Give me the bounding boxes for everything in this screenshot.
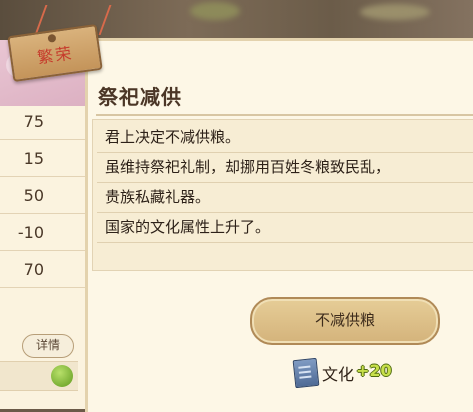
text-rule [97, 152, 473, 153]
book-icon [292, 357, 320, 389]
reward-label: 文化 [322, 365, 355, 384]
stat-value: 15 [23, 149, 44, 168]
details-button[interactable]: 详情 [22, 334, 74, 358]
background-blur-shape [190, 2, 240, 20]
stats-panel: 75 15 50 -10 70 详情 [0, 40, 94, 409]
text-rule [97, 242, 473, 243]
text-rule [97, 182, 473, 183]
stat-row: 70 [0, 254, 92, 288]
confirm-row [0, 361, 78, 391]
background-blur-shape [360, 4, 430, 20]
title-divider [96, 114, 473, 116]
event-panel: 祭祀减供 君上决定不减供粮。 虽维持祭祀礼制，却挪用百姓冬粮致民乱， 贵族私藏礼… [85, 38, 473, 412]
stat-value: 50 [23, 186, 44, 205]
stat-row: 50 [0, 180, 92, 214]
stat-value: 70 [23, 260, 44, 279]
description-line: 君上决定不减供粮。 [105, 128, 241, 146]
description-line: 虽维持祭祀礼制，却挪用百姓冬粮致民乱， [105, 158, 391, 176]
checkmark-icon[interactable] [51, 365, 73, 387]
choice-button[interactable]: 不减供粮 [250, 297, 440, 345]
stat-value: 75 [23, 112, 44, 131]
stat-row: 75 [0, 106, 92, 140]
text-rule [97, 212, 473, 213]
description-line: 贵族私藏礼器。 [105, 188, 211, 206]
stat-row: 15 [0, 143, 92, 177]
stat-value: -10 [17, 223, 44, 242]
stat-row: -10 [0, 217, 92, 251]
event-description: 君上决定不减供粮。 虽维持祭祀礼制，却挪用百姓冬粮致民乱， 贵族私藏礼器。 国家… [92, 119, 473, 271]
reward-value: +20 [356, 361, 392, 380]
status-tag-label: 繁荣 [36, 43, 75, 68]
description-line: 国家的文化属性上升了。 [105, 218, 271, 236]
event-title: 祭祀减供 [98, 85, 182, 109]
